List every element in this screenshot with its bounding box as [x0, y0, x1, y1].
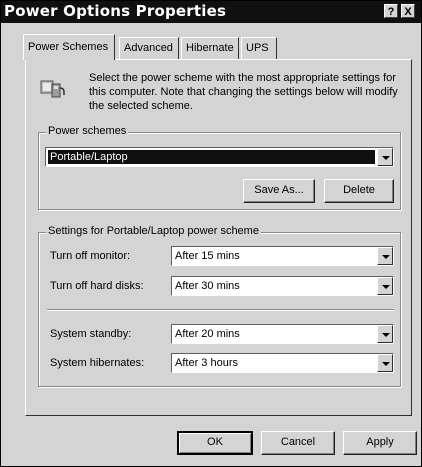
power-schemes-group-label: Power schemes: [46, 125, 129, 137]
tab-panel-power-schemes: Select the power scheme with the most ap…: [25, 59, 412, 416]
save-as-button[interactable]: Save As...: [243, 179, 315, 203]
power-scheme-select[interactable]: Portable/Laptop: [45, 147, 394, 167]
standby-select[interactable]: After 20 mins: [171, 324, 394, 344]
chevron-down-icon[interactable]: [377, 247, 393, 265]
hard-disks-select[interactable]: After 30 mins: [171, 276, 394, 296]
hard-disks-label: Turn off hard disks:: [50, 280, 144, 292]
monitor-select-value: After 15 mins: [175, 250, 240, 262]
tab-hibernate[interactable]: Hibernate: [181, 37, 239, 59]
hibernates-select-value: After 3 hours: [175, 357, 238, 369]
chevron-down-icon[interactable]: [377, 325, 393, 343]
apply-button[interactable]: Apply: [343, 431, 417, 455]
intro-text: Select the power scheme with the most ap…: [89, 72, 398, 112]
monitor-label: Turn off monitor:: [50, 250, 131, 262]
chevron-down-icon[interactable]: [377, 354, 393, 372]
power-options-dialog: Power Options Properties ? X Power Schem…: [0, 0, 422, 467]
monitor-select[interactable]: After 15 mins: [171, 246, 394, 266]
chevron-down-icon[interactable]: [377, 277, 393, 295]
power-schemes-group: Power schemes Portable/Laptop Save As...…: [38, 125, 401, 210]
settings-group-label: Settings for Portable/Laptop power schem…: [46, 225, 261, 237]
chevron-down-icon[interactable]: [377, 148, 393, 166]
power-scheme-select-value: Portable/Laptop: [48, 150, 375, 164]
standby-label: System standby:: [50, 328, 132, 340]
help-button[interactable]: ?: [384, 4, 398, 18]
tab-ups[interactable]: UPS: [241, 37, 277, 59]
ok-button[interactable]: OK: [177, 431, 253, 455]
settings-separator: [47, 309, 394, 311]
hard-disks-select-value: After 30 mins: [175, 280, 240, 292]
close-button[interactable]: X: [401, 4, 415, 18]
tab-advanced[interactable]: Advanced: [119, 37, 179, 59]
power-scheme-icon: [40, 80, 65, 98]
delete-button[interactable]: Delete: [324, 179, 394, 203]
settings-group: Settings for Portable/Laptop power schem…: [38, 225, 401, 387]
cancel-button[interactable]: Cancel: [261, 431, 335, 455]
hibernates-select[interactable]: After 3 hours: [171, 353, 394, 373]
window-title: Power Options Properties: [4, 2, 227, 20]
tab-power-schemes[interactable]: Power Schemes: [23, 34, 115, 60]
title-bar[interactable]: Power Options Properties ? X: [1, 1, 421, 23]
standby-select-value: After 20 mins: [175, 328, 240, 340]
hibernates-label: System hibernates:: [50, 357, 145, 369]
